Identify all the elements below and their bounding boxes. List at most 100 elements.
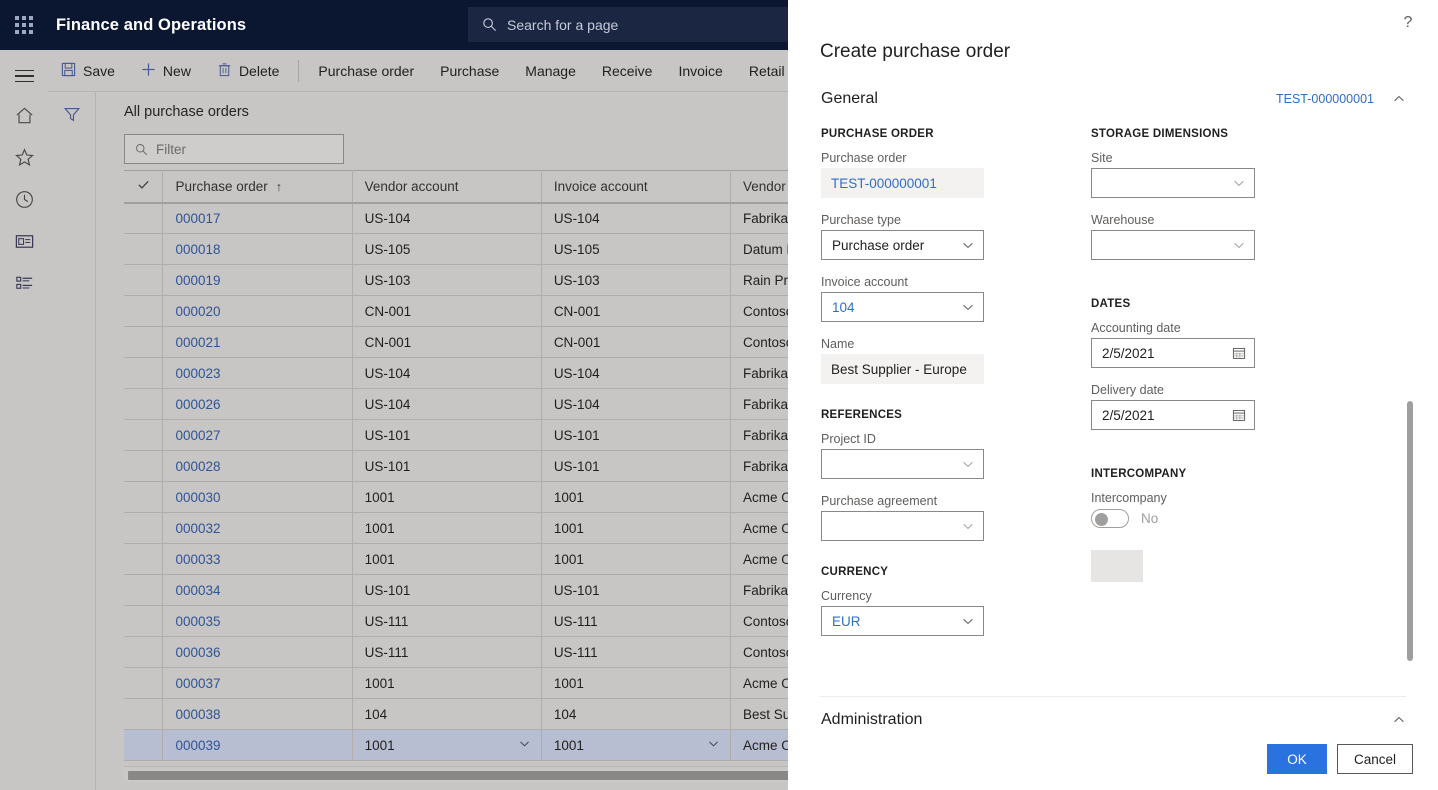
table-row[interactable]: 000023US-104US-104Fabrikam Supplier <box>124 357 884 389</box>
row-select-cell[interactable] <box>124 636 164 668</box>
tab-invoice[interactable]: Invoice <box>665 50 735 92</box>
row-select-cell[interactable] <box>124 450 164 482</box>
purchase-order-link[interactable]: 000032 <box>175 521 220 536</box>
row-select-cell[interactable] <box>124 512 164 544</box>
purchase-agreement-dropdown[interactable] <box>821 511 984 541</box>
purchase-order-link[interactable]: 000019 <box>175 273 220 288</box>
row-select-cell[interactable] <box>124 667 164 699</box>
dialog-vertical-scrollbar-thumb[interactable] <box>1407 401 1413 661</box>
table-row[interactable]: 000038104104Best Supplier - Europe <box>124 698 884 730</box>
cell-vendor-account[interactable]: US-111 <box>352 605 542 637</box>
row-select-cell[interactable] <box>124 295 164 327</box>
purchase-order-link[interactable]: 000033 <box>175 552 220 567</box>
help-button[interactable]: ? <box>1396 11 1420 35</box>
row-select-cell[interactable] <box>124 419 164 451</box>
row-select-cell[interactable] <box>124 698 164 730</box>
invoice-account-dropdown[interactable]: 104 <box>821 292 984 322</box>
tab-receive[interactable]: Receive <box>589 50 666 92</box>
delete-button[interactable]: Delete <box>204 50 292 92</box>
purchase-order-link[interactable]: 000035 <box>175 614 220 629</box>
cell-purchase-order[interactable]: 000020 <box>162 295 353 327</box>
cell-purchase-order[interactable]: 000033 <box>162 543 353 575</box>
purchase-order-link[interactable]: 000026 <box>175 397 220 412</box>
cancel-button[interactable]: Cancel <box>1336 744 1413 774</box>
purchase-order-link[interactable]: 000030 <box>175 490 220 505</box>
row-select-cell[interactable] <box>124 605 164 637</box>
section-general-header[interactable]: General TEST-000000001 <box>788 83 1438 115</box>
table-row[interactable]: 00003210011001Acme Office Supplies <box>124 512 884 544</box>
new-button[interactable]: New <box>128 50 204 92</box>
filter-funnel-button[interactable] <box>48 100 96 132</box>
cell-invoice-account[interactable]: US-111 <box>541 636 731 668</box>
favorites-button[interactable] <box>0 139 48 181</box>
chevron-down-icon[interactable] <box>518 737 531 753</box>
cell-purchase-order[interactable]: 000034 <box>162 574 353 606</box>
cell-purchase-order[interactable]: 000026 <box>162 388 353 420</box>
cell-vendor-account[interactable]: US-111 <box>352 636 542 668</box>
table-row[interactable]: 000026US-104US-104Fabrikam Supplier <box>124 388 884 420</box>
table-row[interactable]: 000034US-101US-101Fabrikam Electronics <box>124 574 884 606</box>
table-row[interactable]: 000019US-103US-103Rain Projectors <box>124 264 884 296</box>
cell-invoice-account[interactable]: 1001 <box>541 667 731 699</box>
cell-vendor-account[interactable]: 1001 <box>352 481 542 513</box>
chevron-up-icon[interactable] <box>1392 92 1406 106</box>
cell-vendor-account[interactable]: US-104 <box>352 357 542 389</box>
purchase-order-link[interactable]: 000028 <box>175 459 220 474</box>
row-select-cell[interactable] <box>124 543 164 575</box>
purchase-type-dropdown[interactable]: Purchase order <box>821 230 984 260</box>
cell-purchase-order[interactable]: 000037 <box>162 667 353 699</box>
workspaces-button[interactable] <box>0 223 48 265</box>
app-launcher-button[interactable] <box>0 0 48 50</box>
home-button[interactable] <box>0 97 48 139</box>
tab-purchase-order[interactable]: Purchase order <box>305 50 427 92</box>
row-select-cell[interactable] <box>124 729 164 761</box>
purchase-order-link[interactable]: 000036 <box>175 645 220 660</box>
cell-invoice-account[interactable]: 1001 <box>541 543 731 575</box>
cell-vendor-account[interactable]: 1001 <box>352 543 542 575</box>
cell-invoice-account[interactable]: US-111 <box>541 605 731 637</box>
cell-invoice-account[interactable]: 1001 <box>541 729 731 761</box>
cell-invoice-account[interactable]: 104 <box>541 698 731 730</box>
save-button[interactable]: Save <box>48 50 128 92</box>
table-row[interactable]: 000035US-111US-111Contoso office supply <box>124 605 884 637</box>
column-header-invoice-account[interactable]: Invoice account <box>541 170 731 204</box>
nav-menu-button[interactable] <box>0 55 48 97</box>
cell-purchase-order[interactable]: 000030 <box>162 481 353 513</box>
cell-invoice-account[interactable]: US-104 <box>541 388 731 420</box>
ok-button[interactable]: OK <box>1266 744 1327 774</box>
chevron-up-icon[interactable] <box>1392 713 1406 727</box>
purchase-order-link[interactable]: 000027 <box>175 428 220 443</box>
cell-invoice-account[interactable]: CN-001 <box>541 326 731 358</box>
table-row[interactable]: 000018US-105US-105Datum Receivers <box>124 233 884 265</box>
row-select-cell[interactable] <box>124 357 164 389</box>
cell-vendor-account[interactable]: US-104 <box>352 202 542 234</box>
cell-purchase-order[interactable]: 000017 <box>162 202 353 234</box>
table-row[interactable]: 000020 CN-001 CN-001 Contoso Asia <box>124 295 884 327</box>
cell-vendor-account[interactable]: US-101 <box>352 419 542 451</box>
cell-invoice-account[interactable]: US-101 <box>541 450 731 482</box>
chevron-down-icon[interactable] <box>707 737 720 753</box>
cell-vendor-account[interactable]: 104 <box>352 698 542 730</box>
purchase-order-link[interactable]: 000037 <box>175 676 220 691</box>
cell-vendor-account[interactable]: US-104 <box>352 388 542 420</box>
cell-invoice-account[interactable]: 1001 <box>541 512 731 544</box>
table-row[interactable]: 000027US-101US-101Fabrikam Electronics <box>124 419 884 451</box>
cell-vendor-account[interactable]: CN-001 <box>352 326 542 358</box>
grid-filter-input[interactable]: Filter <box>124 134 344 164</box>
tab-manage[interactable]: Manage <box>512 50 589 92</box>
global-search-box[interactable]: Search for a page <box>468 7 798 42</box>
row-select-cell[interactable] <box>124 233 164 265</box>
cell-purchase-order[interactable]: 000032 <box>162 512 353 544</box>
row-select-cell[interactable] <box>124 202 164 234</box>
cell-purchase-order[interactable]: 000027 <box>162 419 353 451</box>
row-select-cell[interactable] <box>124 326 164 358</box>
table-row[interactable]: 000028US-101US-101Fabrikam Electronics <box>124 450 884 482</box>
modules-button[interactable] <box>0 265 48 307</box>
cell-vendor-account[interactable]: US-105 <box>352 233 542 265</box>
purchase-order-link[interactable]: 000038 <box>175 707 220 722</box>
select-all-header[interactable] <box>124 170 164 204</box>
cell-purchase-order[interactable]: 000038 <box>162 698 353 730</box>
purchase-order-link[interactable]: 000017 <box>175 211 220 226</box>
cell-invoice-account[interactable]: US-105 <box>541 233 731 265</box>
cell-purchase-order[interactable]: 000035 <box>162 605 353 637</box>
